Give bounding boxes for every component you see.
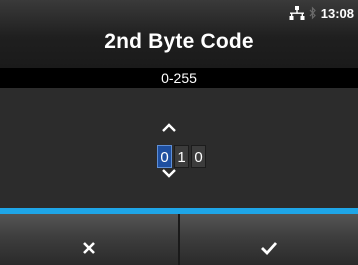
screen: 13:08 2nd Byte Code 0-255 0 1 0: [0, 0, 358, 265]
decrement-button[interactable]: [159, 167, 179, 179]
status-bar: 13:08: [289, 4, 354, 22]
digit-1[interactable]: 0: [157, 145, 172, 168]
header: 13:08 2nd Byte Code: [0, 0, 358, 68]
cancel-button[interactable]: [0, 214, 178, 265]
page-title: 2nd Byte Code: [104, 30, 254, 53]
range-label: 0-255: [0, 68, 358, 88]
check-icon: [261, 241, 278, 255]
footer: [0, 214, 358, 265]
increment-button[interactable]: [159, 120, 179, 132]
chevron-up-icon: [162, 123, 176, 132]
digit-2[interactable]: 1: [174, 145, 189, 168]
digit-spinner: 0 1 0: [157, 145, 208, 168]
close-icon: [83, 241, 95, 254]
clock: 13:08: [320, 5, 354, 21]
network-icon: [289, 6, 305, 20]
chevron-down-icon: [162, 169, 176, 178]
confirm-button[interactable]: [178, 214, 358, 265]
value-editor: 0 1 0: [0, 88, 358, 208]
bluetooth-icon: [309, 6, 317, 20]
digit-3[interactable]: 0: [191, 145, 206, 168]
